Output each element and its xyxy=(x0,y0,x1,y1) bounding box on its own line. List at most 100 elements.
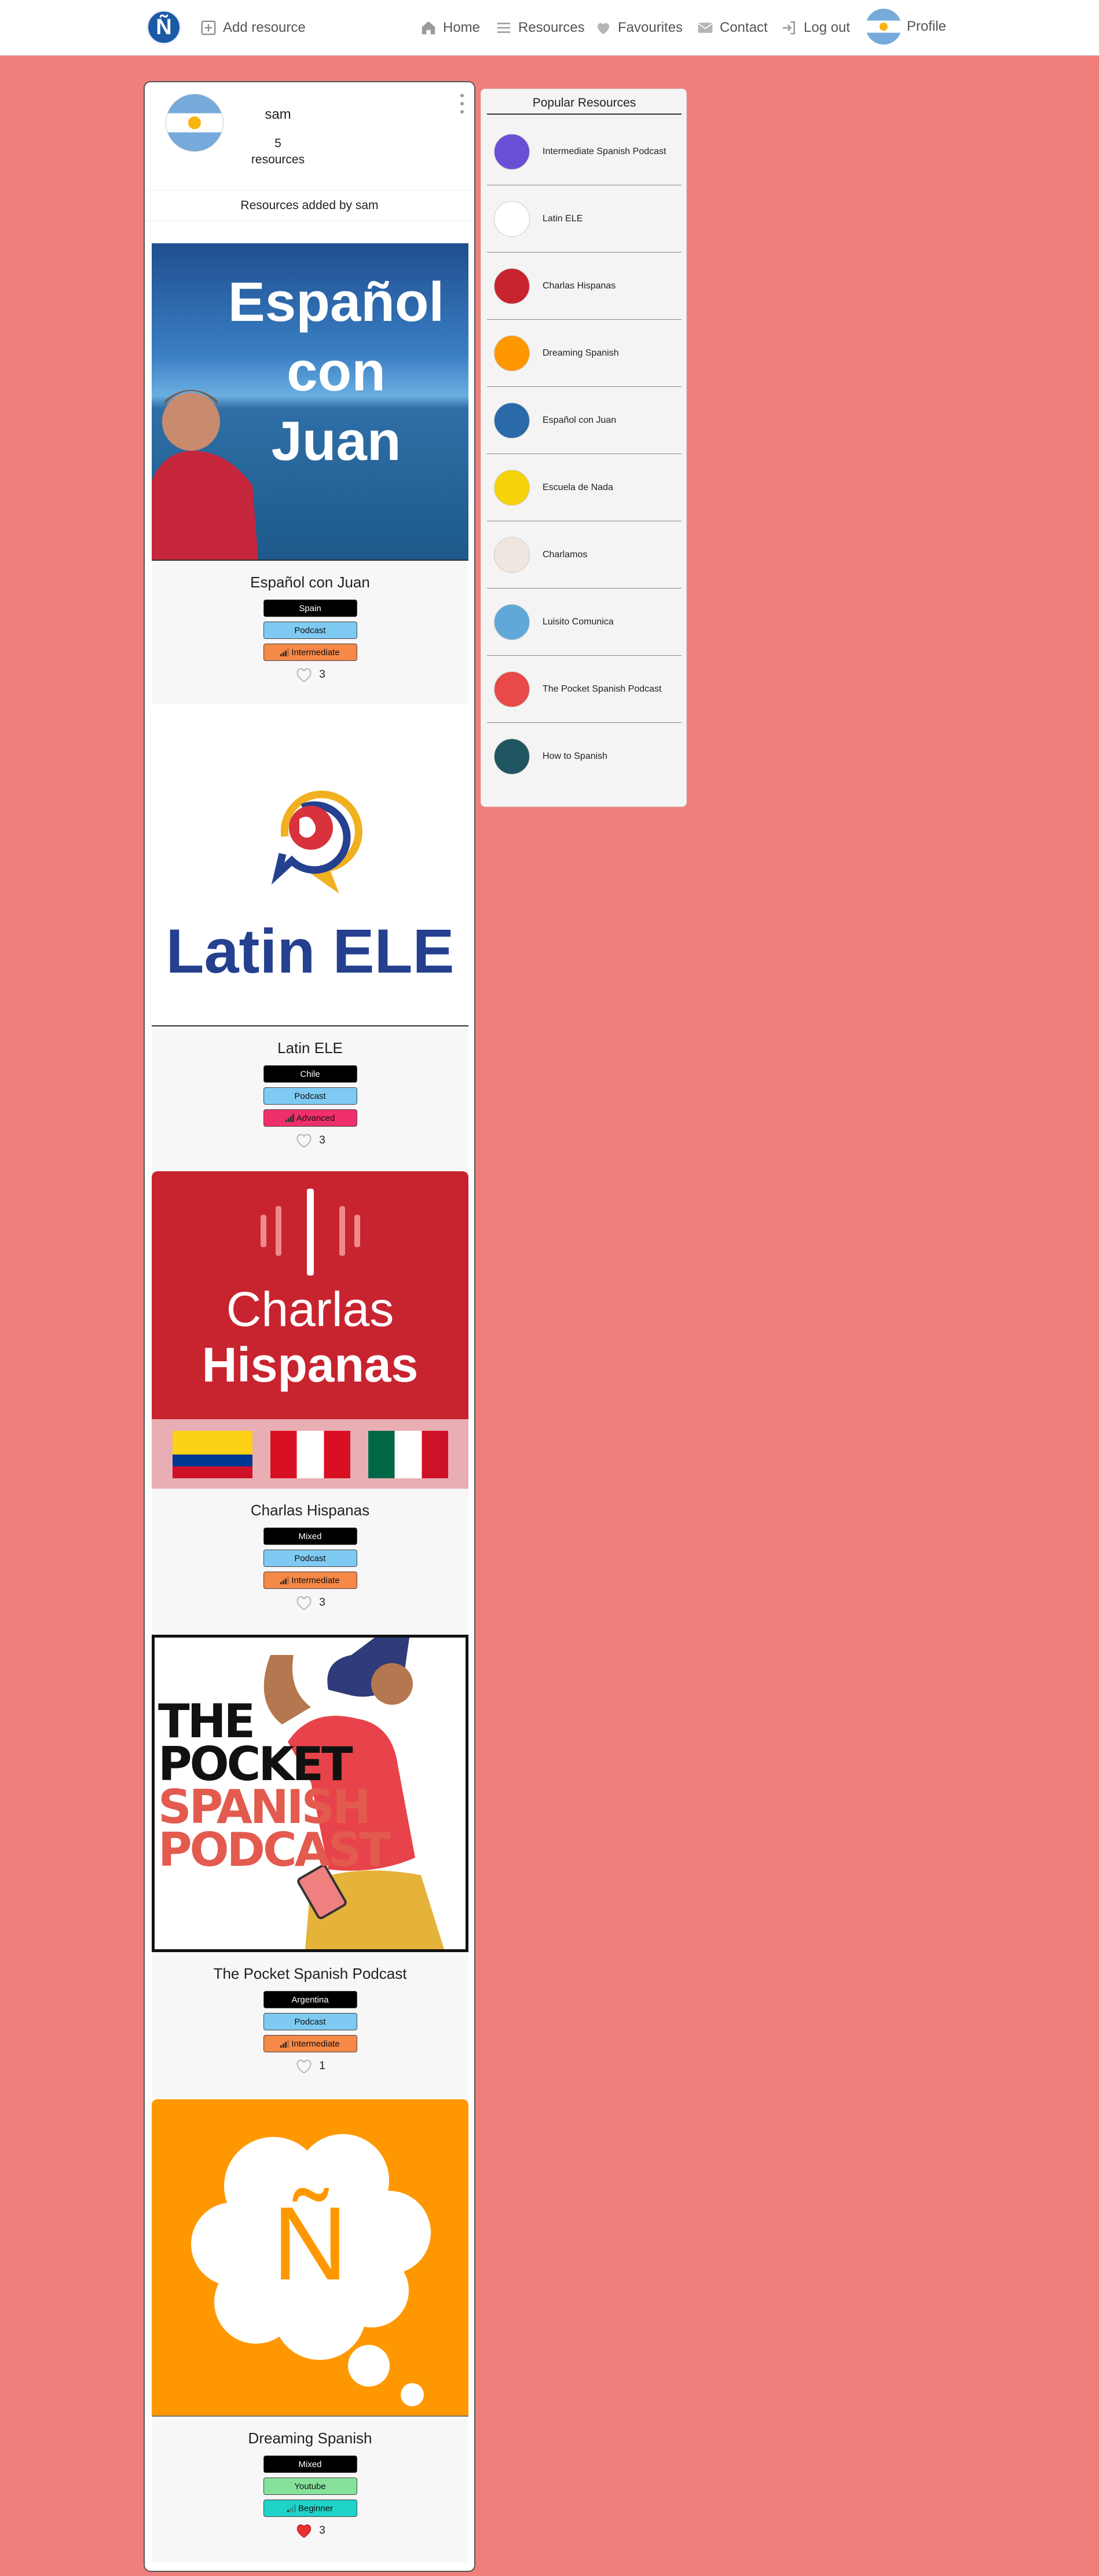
popular-item-label: Charlamos xyxy=(543,549,588,560)
resource-image-text: Español con Juan xyxy=(228,271,445,472)
resource-tags: Mixed Youtube Beginner xyxy=(152,2456,468,2517)
envelope-icon xyxy=(697,23,713,33)
popular-item-label: Español con Juan xyxy=(543,415,617,425)
nav-home-label: Home xyxy=(443,20,481,35)
popular-item-label: Luisito Comunica xyxy=(543,616,614,627)
popular-item-label: Escuela de Nada xyxy=(543,482,613,492)
popular-item[interactable]: The Pocket Spanish Podcast xyxy=(487,656,682,723)
popular-item[interactable]: Intermediate Spanish Podcast xyxy=(487,118,682,185)
flags-strip xyxy=(152,1419,468,1489)
likes: 1 xyxy=(152,2058,468,2074)
resource-title[interactable]: Dreaming Spanish xyxy=(152,2429,468,2447)
resource-card[interactable]: Español con Juan Español con Juan Spain … xyxy=(152,243,468,704)
profile-resource-count: 5 resources xyxy=(235,136,321,168)
signal-bars-icon xyxy=(280,648,290,656)
country-tag[interactable]: Chile xyxy=(263,1065,357,1083)
level-tag[interactable]: Intermediate xyxy=(263,644,357,661)
resource-title[interactable]: The Pocket Spanish Podcast xyxy=(152,1965,468,1983)
popular-item[interactable]: Luisito Comunica xyxy=(487,589,682,656)
resource-title[interactable]: Charlas Hispanas xyxy=(152,1501,468,1519)
popular-resources-panel: Popular Resources Intermediate Spanish P… xyxy=(481,89,687,807)
nav-favourites[interactable]: Favourites xyxy=(595,17,683,38)
more-options-icon[interactable] xyxy=(459,94,465,114)
popular-item[interactable]: Charlas Hispanas xyxy=(487,253,682,320)
popular-item[interactable]: Dreaming Spanish xyxy=(487,320,682,387)
nav-add-resource-label: Add resource xyxy=(223,20,306,35)
heart-outline-icon[interactable] xyxy=(295,1595,313,1611)
nav-add-resource[interactable]: Add resource xyxy=(200,17,306,38)
colombia-flag xyxy=(173,1431,252,1478)
nav-resources[interactable]: Resources xyxy=(495,17,585,38)
resource-card[interactable]: Charlas Hispanas Charlas Hispanas Mixed … xyxy=(152,1171,468,1635)
top-navbar: Ñ Add resource Home Resources Favourites… xyxy=(0,0,1099,56)
resource-tags: Chile Podcast Advanced xyxy=(152,1065,468,1127)
level-tag[interactable]: Advanced xyxy=(263,1109,357,1127)
country-tag[interactable]: Argentina xyxy=(263,1991,357,2008)
resource-count-number: 5 xyxy=(274,137,281,150)
type-tag[interactable]: Podcast xyxy=(263,1087,357,1105)
type-tag[interactable]: Podcast xyxy=(263,1550,357,1567)
like-count: 3 xyxy=(319,1596,325,1609)
country-tag[interactable]: Mixed xyxy=(263,1528,357,1545)
resource-tags: Spain Podcast Intermediate xyxy=(152,600,468,661)
popular-item-thumbnail xyxy=(494,604,530,640)
resource-tags: Mixed Podcast Intermediate xyxy=(152,1528,468,1589)
level-tag[interactable]: Beginner xyxy=(263,2500,357,2517)
likes: 3 xyxy=(152,667,468,683)
popular-resources-title: Popular Resources xyxy=(487,96,682,115)
popular-item[interactable]: Escuela de Nada xyxy=(487,454,682,521)
peru-flag xyxy=(270,1431,350,1478)
resource-image[interactable]: Charlas Hispanas xyxy=(152,1171,468,1489)
resource-title[interactable]: Latin ELE xyxy=(152,1039,468,1057)
resource-image[interactable]: Español con Juan xyxy=(152,243,468,561)
resource-card[interactable]: Ñ Dreaming Spanish Mixed Youtube Beginne… xyxy=(152,2099,468,2563)
popular-item[interactable]: Charlamos xyxy=(487,521,682,589)
level-tag[interactable]: Intermediate xyxy=(263,1572,357,1589)
profile-username: sam xyxy=(265,107,291,122)
nav-resources-label: Resources xyxy=(518,20,585,35)
nav-home[interactable]: Home xyxy=(420,17,480,38)
type-tag[interactable]: Podcast xyxy=(263,622,357,639)
country-tag[interactable]: Spain xyxy=(263,600,357,617)
nav-logout[interactable]: Log out xyxy=(781,17,850,38)
country-tag[interactable]: Mixed xyxy=(263,2456,357,2473)
resource-image[interactable]: Latin ELE xyxy=(152,709,468,1026)
resource-image[interactable]: THE POCKET SPANISH PODCAST xyxy=(152,1635,468,1952)
profile-avatar-flag[interactable] xyxy=(866,9,902,45)
like-count: 1 xyxy=(319,2060,325,2072)
nav-favourites-label: Favourites xyxy=(618,20,683,35)
nav-contact[interactable]: Contact xyxy=(697,17,768,38)
type-tag[interactable]: Podcast xyxy=(263,2013,357,2030)
popular-item-label: Dreaming Spanish xyxy=(543,348,619,358)
likes: 3 xyxy=(152,1595,468,1611)
popular-item[interactable]: Español con Juan xyxy=(487,387,682,454)
resource-image-text: Ñ xyxy=(272,2186,348,2302)
popular-item-label: Intermediate Spanish Podcast xyxy=(543,146,666,156)
popular-item-thumbnail xyxy=(494,469,530,506)
like-count: 3 xyxy=(319,1134,325,1146)
popular-item[interactable]: How to Spanish xyxy=(487,723,682,790)
home-icon xyxy=(422,21,435,35)
popular-item[interactable]: Latin ELE xyxy=(487,185,682,253)
resource-card[interactable]: Latin ELE Latin ELE Chile Podcast Advanc… xyxy=(152,709,468,1172)
resource-image-text: Latin ELE xyxy=(166,916,455,986)
like-count: 3 xyxy=(319,2524,325,2537)
heart-filled-icon[interactable] xyxy=(295,2523,313,2539)
heart-outline-icon[interactable] xyxy=(295,667,313,683)
heart-outline-icon[interactable] xyxy=(295,2058,313,2074)
list-icon xyxy=(497,23,511,33)
resource-image[interactable]: Ñ xyxy=(152,2099,468,2417)
resource-card[interactable]: THE POCKET SPANISH PODCAST The Pocket Sp… xyxy=(152,1635,468,2098)
resource-tags: Argentina Podcast Intermediate xyxy=(152,1991,468,2052)
level-tag[interactable]: Intermediate xyxy=(263,2035,357,2052)
popular-item-thumbnail xyxy=(494,268,530,304)
level-tag-label: Beginner xyxy=(298,2503,334,2513)
resource-title[interactable]: Español con Juan xyxy=(152,573,468,591)
popular-item-thumbnail xyxy=(494,739,530,774)
nav-contact-label: Contact xyxy=(720,20,768,35)
site-logo[interactable]: Ñ xyxy=(146,10,181,45)
add-square-icon xyxy=(201,20,216,35)
type-tag[interactable]: Youtube xyxy=(263,2478,357,2495)
heart-outline-icon[interactable] xyxy=(295,1132,313,1149)
nav-profile[interactable]: Profile xyxy=(907,16,946,37)
